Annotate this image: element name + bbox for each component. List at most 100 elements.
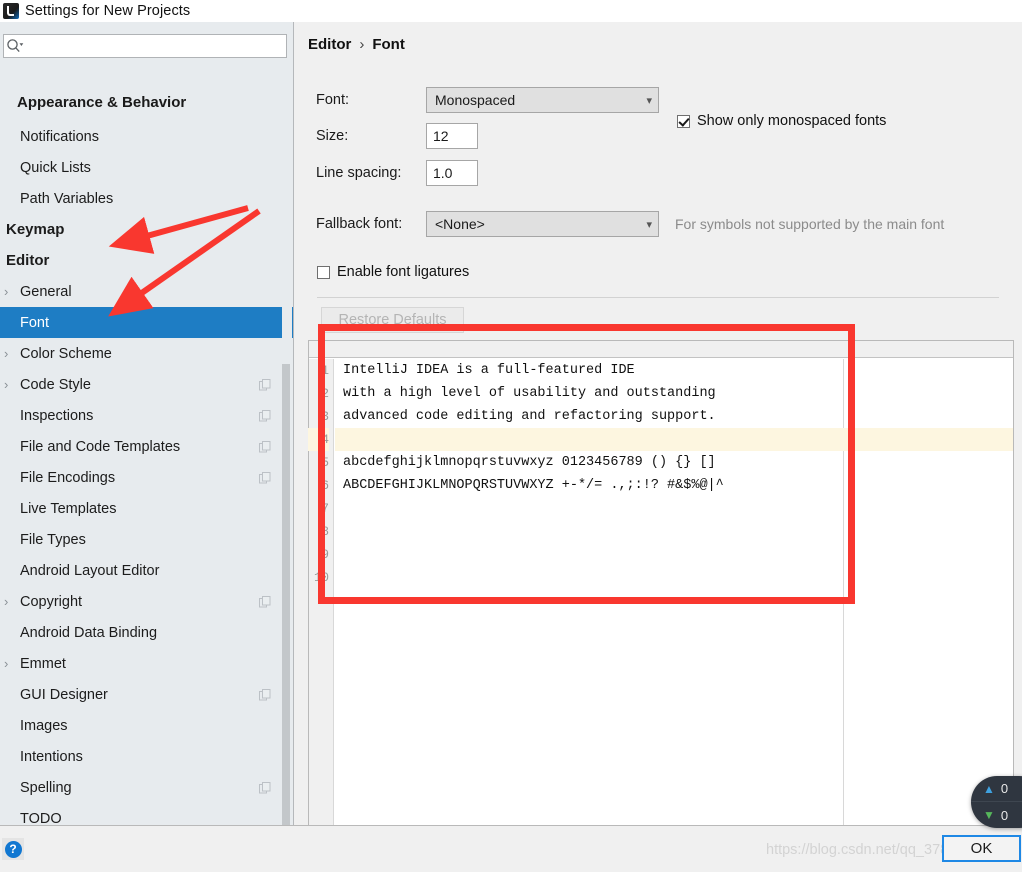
sidebar-item-copyright[interactable]: › Copyright xyxy=(0,586,293,617)
sidebar-item-inspections[interactable]: Inspections xyxy=(0,400,293,431)
copy-settings-icon xyxy=(259,409,271,422)
sidebar-item-file-types[interactable]: File Types xyxy=(0,524,293,555)
chevron-right-icon[interactable]: › xyxy=(4,378,20,391)
line-number: 10 xyxy=(313,570,329,585)
section-divider xyxy=(317,297,999,298)
chevron-right-icon[interactable]: › xyxy=(4,595,20,608)
help-button[interactable]: ? xyxy=(2,838,24,860)
breadcrumb-leaf: Font xyxy=(372,36,405,53)
sidebar-item-images[interactable]: Images xyxy=(0,710,293,741)
breadcrumb: Editor › Font xyxy=(308,36,405,53)
fallback-font-select[interactable]: <None> ▾ xyxy=(426,211,659,237)
ok-button[interactable]: OK xyxy=(942,835,1021,862)
sidebar-item-editor[interactable]: ⌄Editor xyxy=(0,245,293,276)
sidebar-item-general[interactable]: › General xyxy=(0,276,293,307)
font-preview-editor[interactable]: 1 2 3 4 5 6 7 8 9 10 IntelliJ IDEA is a full-feat… xyxy=(308,340,1014,828)
chevron-down-icon: ▾ xyxy=(646,218,652,231)
size-input[interactable]: 12 xyxy=(426,123,478,149)
preview-line: IntelliJ IDEA is a full-featured IDE xyxy=(343,363,635,378)
breadcrumb-root[interactable]: Editor xyxy=(308,36,351,53)
font-label: Font: xyxy=(316,92,350,108)
preview-code-area[interactable]: IntelliJ IDEA is a full-featured IDE with… xyxy=(335,359,1013,827)
line-number: 6 xyxy=(321,478,329,493)
sidebar-item-spelling[interactable]: Spelling xyxy=(0,772,293,803)
fallback-font-hint: For symbols not supported by the main fo… xyxy=(675,216,945,232)
sidebar-item-label: Path Variables xyxy=(20,190,114,207)
preview-line xyxy=(335,428,1013,451)
line-number: 3 xyxy=(321,409,329,424)
sidebar-item-file-and-code-templates[interactable]: File and Code Templates xyxy=(0,431,293,462)
sidebar-item-gui-designer[interactable]: GUI Designer xyxy=(0,679,293,710)
copy-settings-icon xyxy=(259,595,271,608)
sidebar-item-label: Code Style xyxy=(20,376,91,393)
sidebar-item-emmet[interactable]: › Emmet xyxy=(0,648,293,679)
preview-line: advanced code editing and refactoring su… xyxy=(343,409,716,424)
font-row: Font: Monospaced ▾ xyxy=(316,87,659,113)
preview-line xyxy=(335,497,1013,520)
line-spacing-input[interactable]: 1.0 xyxy=(426,160,478,186)
chevron-right-icon: › xyxy=(359,36,365,53)
sidebar-item-android-data-binding[interactable]: Android Data Binding xyxy=(0,617,293,648)
search-input[interactable] xyxy=(26,36,286,56)
fallback-font-value: <None> xyxy=(435,216,485,232)
settings-dialog: Settings for New Projects ScopesNotifica… xyxy=(0,0,1022,872)
enable-ligatures-checkbox[interactable] xyxy=(317,265,330,279)
line-spacing-label: Line spacing: xyxy=(316,165,402,181)
chevron-right-icon[interactable]: › xyxy=(4,347,20,360)
copy-settings-icon xyxy=(259,440,271,453)
copy-settings-icon xyxy=(259,378,271,391)
search-box[interactable] xyxy=(3,34,287,58)
network-speed-widget[interactable]: ▲ 0 ▼ 0 xyxy=(971,776,1022,828)
sidebar-item-intentions[interactable]: Intentions xyxy=(0,741,293,772)
font-family-select[interactable]: Monospaced ▾ xyxy=(426,87,659,113)
enable-ligatures-label: Enable font ligatures xyxy=(337,264,470,280)
sidebar-item-android-layout-editor[interactable]: Android Layout Editor xyxy=(0,555,293,586)
sidebar-item-label: Copyright xyxy=(20,593,83,610)
sidebar-item-label: Emmet xyxy=(20,655,66,672)
sidebar-item-font[interactable]: Font xyxy=(0,307,293,338)
show-monospaced-label: Show only monospaced fonts xyxy=(697,113,887,129)
sidebar-item-file-encodings[interactable]: File Encodings xyxy=(0,462,293,493)
intellij-idea-icon xyxy=(3,3,19,19)
sidebar-item-label: Intentions xyxy=(20,748,83,765)
sidebar-item-label: File Types xyxy=(20,531,86,548)
sidebar-item-label: General xyxy=(20,283,72,300)
sidebar-item-label: Android Data Binding xyxy=(20,624,158,641)
preview-toolstrip xyxy=(309,341,1013,358)
upload-speed-value: 0 xyxy=(1000,781,1009,796)
sidebar-item-label: Keymap xyxy=(6,221,65,238)
sidebar-item-path-variables[interactable]: Path Variables xyxy=(0,183,293,214)
sidebar-item-code-style[interactable]: › Code Style xyxy=(0,369,293,400)
copy-settings-icon xyxy=(259,781,271,794)
show-monospaced-checkbox[interactable] xyxy=(677,114,690,128)
arrow-up-icon: ▲ xyxy=(983,781,995,796)
preview-line: abcdefghijklmnopqrstuvwxyz 0123456789 ()… xyxy=(343,455,716,470)
font-family-value: Monospaced xyxy=(435,92,516,108)
sidebar-item-label: Font xyxy=(20,314,50,331)
show-monospaced-checkbox-row[interactable]: Show only monospaced fonts xyxy=(677,113,886,129)
help-icon: ? xyxy=(4,840,22,858)
sidebar-item-label: Spelling xyxy=(20,779,72,796)
preview-line: with a high level of usability and outst… xyxy=(343,386,716,401)
restore-defaults-button[interactable]: Restore Defaults xyxy=(321,307,464,333)
sidebar-scrollbar-thumb[interactable] xyxy=(282,364,290,825)
sidebar-item-keymap[interactable]: Keymap xyxy=(0,214,293,245)
sidebar-item-label: Notifications xyxy=(20,128,99,145)
sidebar-item-todo[interactable]: TODO xyxy=(0,803,293,826)
settings-tree[interactable]: ScopesNotificationsQuick ListsPath Varia… xyxy=(0,90,293,825)
preview-line xyxy=(335,520,1013,543)
sidebar-item-notifications[interactable]: Notifications xyxy=(0,121,293,152)
enable-ligatures-checkbox-row[interactable]: Enable font ligatures xyxy=(317,264,469,280)
sidebar-item-label: Live Templates xyxy=(20,500,117,517)
settings-sidebar: ScopesNotificationsQuick ListsPath Varia… xyxy=(0,22,294,825)
chevron-right-icon[interactable]: › xyxy=(4,285,20,298)
sidebar-item-live-templates[interactable]: Live Templates xyxy=(0,493,293,524)
size-row: Size: 12 xyxy=(316,123,478,149)
sidebar-item-color-scheme[interactable]: › Color Scheme xyxy=(0,338,293,369)
size-value: 12 xyxy=(433,128,449,144)
sidebar-item-quick-lists[interactable]: Quick Lists xyxy=(0,152,293,183)
sidebar-scrollbar-track[interactable] xyxy=(282,192,292,825)
line-number: 2 xyxy=(321,386,329,401)
fallback-font-label: Fallback font: xyxy=(316,216,403,232)
chevron-right-icon[interactable]: › xyxy=(4,657,20,670)
